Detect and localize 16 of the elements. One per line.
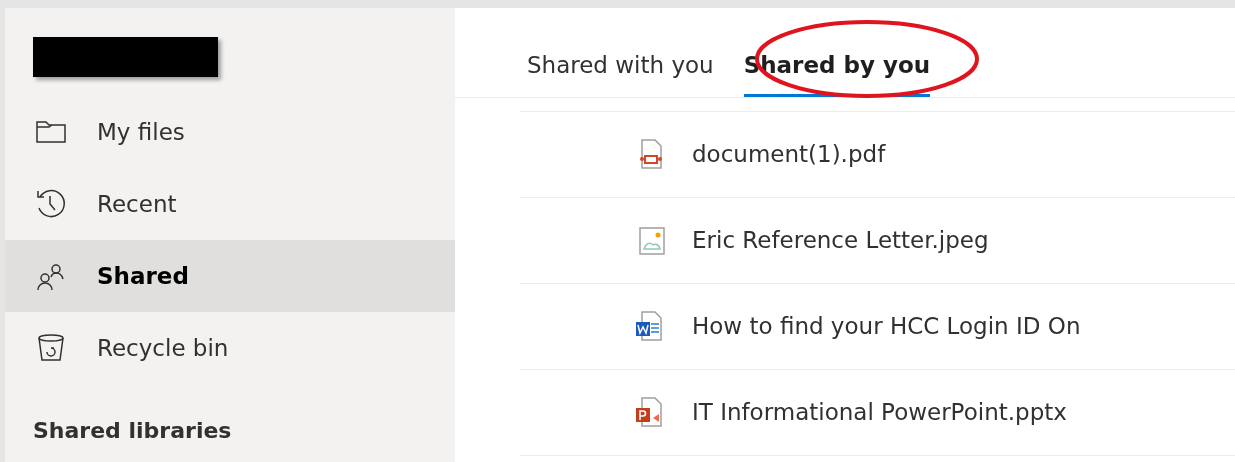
file-row[interactable]: IT Informational PowerPoint.pptx (520, 370, 1235, 456)
sidebar-item[interactable]: Recycle bin (5, 312, 455, 384)
clock-icon (35, 188, 67, 220)
tab[interactable]: Shared with you (527, 8, 714, 97)
file-name: How to find your HCC Login ID On (692, 312, 1081, 342)
sidebar-item[interactable]: Shared (5, 240, 455, 312)
file-row[interactable]: How to find your HCC Login ID On (520, 284, 1235, 370)
recycle-bin-icon (35, 332, 67, 364)
sidebar-item[interactable]: My files (5, 96, 455, 168)
file-row[interactable]: document(1).pdf (520, 112, 1235, 198)
section-heading: Shared libraries (33, 417, 233, 445)
file-name: IT Informational PowerPoint.pptx (692, 398, 1067, 428)
file-name: Eric Reference Letter.jpeg (692, 226, 989, 256)
file-name: document(1).pdf (692, 140, 886, 170)
file-row[interactable]: Eric Reference Letter.jpeg (520, 198, 1235, 284)
sidebar-item[interactable]: Recent (5, 168, 455, 240)
